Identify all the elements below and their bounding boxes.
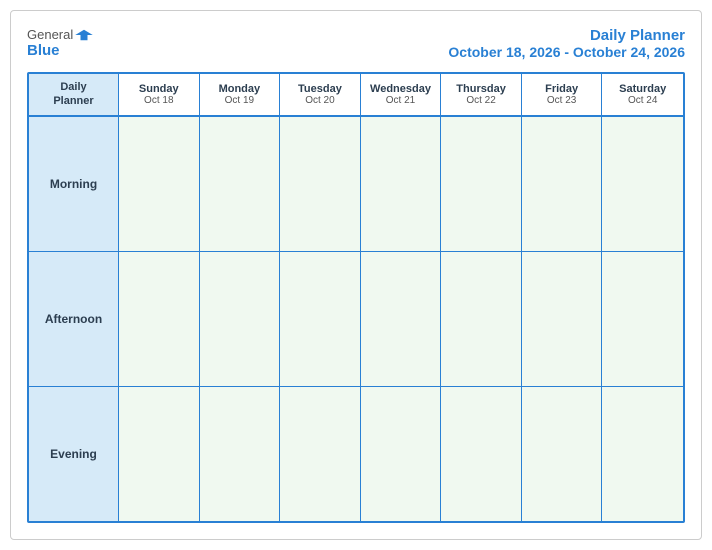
day-name-sun: Sunday (139, 83, 179, 95)
logo-blue: Blue (27, 42, 60, 59)
calendar-body: Morning Afternoon (29, 117, 683, 521)
planner-page: General Blue Daily Planner October 18, 2… (10, 10, 702, 540)
header-cell-label: DailyPlanner (29, 74, 119, 115)
day-name-wed: Wednesday (370, 83, 431, 95)
day-date-thu: Oct 22 (466, 95, 495, 106)
day-name-fri: Friday (545, 83, 578, 95)
time-label-evening: Evening (29, 387, 119, 521)
day-date-fri: Oct 23 (547, 95, 576, 106)
time-text-evening: Evening (50, 447, 97, 461)
header-cell-mon: Monday Oct 19 (200, 74, 281, 115)
row-evening: Evening (29, 387, 683, 521)
day-name-thu: Thursday (456, 83, 506, 95)
title-block: Daily Planner October 18, 2026 - October… (448, 27, 685, 60)
header-cell-tue: Tuesday Oct 20 (280, 74, 361, 115)
logo-bird-icon (75, 28, 93, 42)
header-planner-label: DailyPlanner (53, 80, 93, 109)
header-cell-fri: Friday Oct 23 (522, 74, 603, 115)
header-cell-wed: Wednesday Oct 21 (361, 74, 442, 115)
morning-sun[interactable] (119, 117, 200, 251)
planner-date-range: October 18, 2026 - October 24, 2026 (448, 44, 685, 60)
morning-thu[interactable] (441, 117, 522, 251)
afternoon-mon[interactable] (200, 252, 281, 386)
header-cell-sun: Sunday Oct 18 (119, 74, 200, 115)
logo-general: General (27, 27, 73, 42)
evening-fri[interactable] (522, 387, 603, 521)
time-text-afternoon: Afternoon (45, 312, 102, 326)
planner-title: Daily Planner (448, 27, 685, 44)
time-label-morning: Morning (29, 117, 119, 251)
page-header: General Blue Daily Planner October 18, 2… (27, 27, 685, 60)
day-name-mon: Monday (219, 83, 261, 95)
calendar-header: DailyPlanner Sunday Oct 18 Monday Oct 19… (29, 74, 683, 117)
afternoon-fri[interactable] (522, 252, 603, 386)
time-text-morning: Morning (50, 177, 97, 191)
row-morning: Morning (29, 117, 683, 252)
header-cell-thu: Thursday Oct 22 (441, 74, 522, 115)
evening-thu[interactable] (441, 387, 522, 521)
morning-mon[interactable] (200, 117, 281, 251)
afternoon-sun[interactable] (119, 252, 200, 386)
afternoon-wed[interactable] (361, 252, 442, 386)
day-name-sat: Saturday (619, 83, 666, 95)
morning-sat[interactable] (602, 117, 683, 251)
afternoon-thu[interactable] (441, 252, 522, 386)
evening-mon[interactable] (200, 387, 281, 521)
logo: General Blue (27, 27, 93, 59)
morning-wed[interactable] (361, 117, 442, 251)
calendar: DailyPlanner Sunday Oct 18 Monday Oct 19… (27, 72, 685, 523)
day-date-tue: Oct 20 (305, 95, 334, 106)
day-date-wed: Oct 21 (386, 95, 415, 106)
header-cell-sat: Saturday Oct 24 (602, 74, 683, 115)
afternoon-tue[interactable] (280, 252, 361, 386)
day-date-mon: Oct 19 (225, 95, 254, 106)
morning-tue[interactable] (280, 117, 361, 251)
evening-tue[interactable] (280, 387, 361, 521)
time-label-afternoon: Afternoon (29, 252, 119, 386)
evening-wed[interactable] (361, 387, 442, 521)
row-afternoon: Afternoon (29, 252, 683, 387)
afternoon-sat[interactable] (602, 252, 683, 386)
morning-fri[interactable] (522, 117, 603, 251)
day-name-tue: Tuesday (298, 83, 342, 95)
day-date-sat: Oct 24 (628, 95, 657, 106)
evening-sun[interactable] (119, 387, 200, 521)
evening-sat[interactable] (602, 387, 683, 521)
day-date-sun: Oct 18 (144, 95, 173, 106)
